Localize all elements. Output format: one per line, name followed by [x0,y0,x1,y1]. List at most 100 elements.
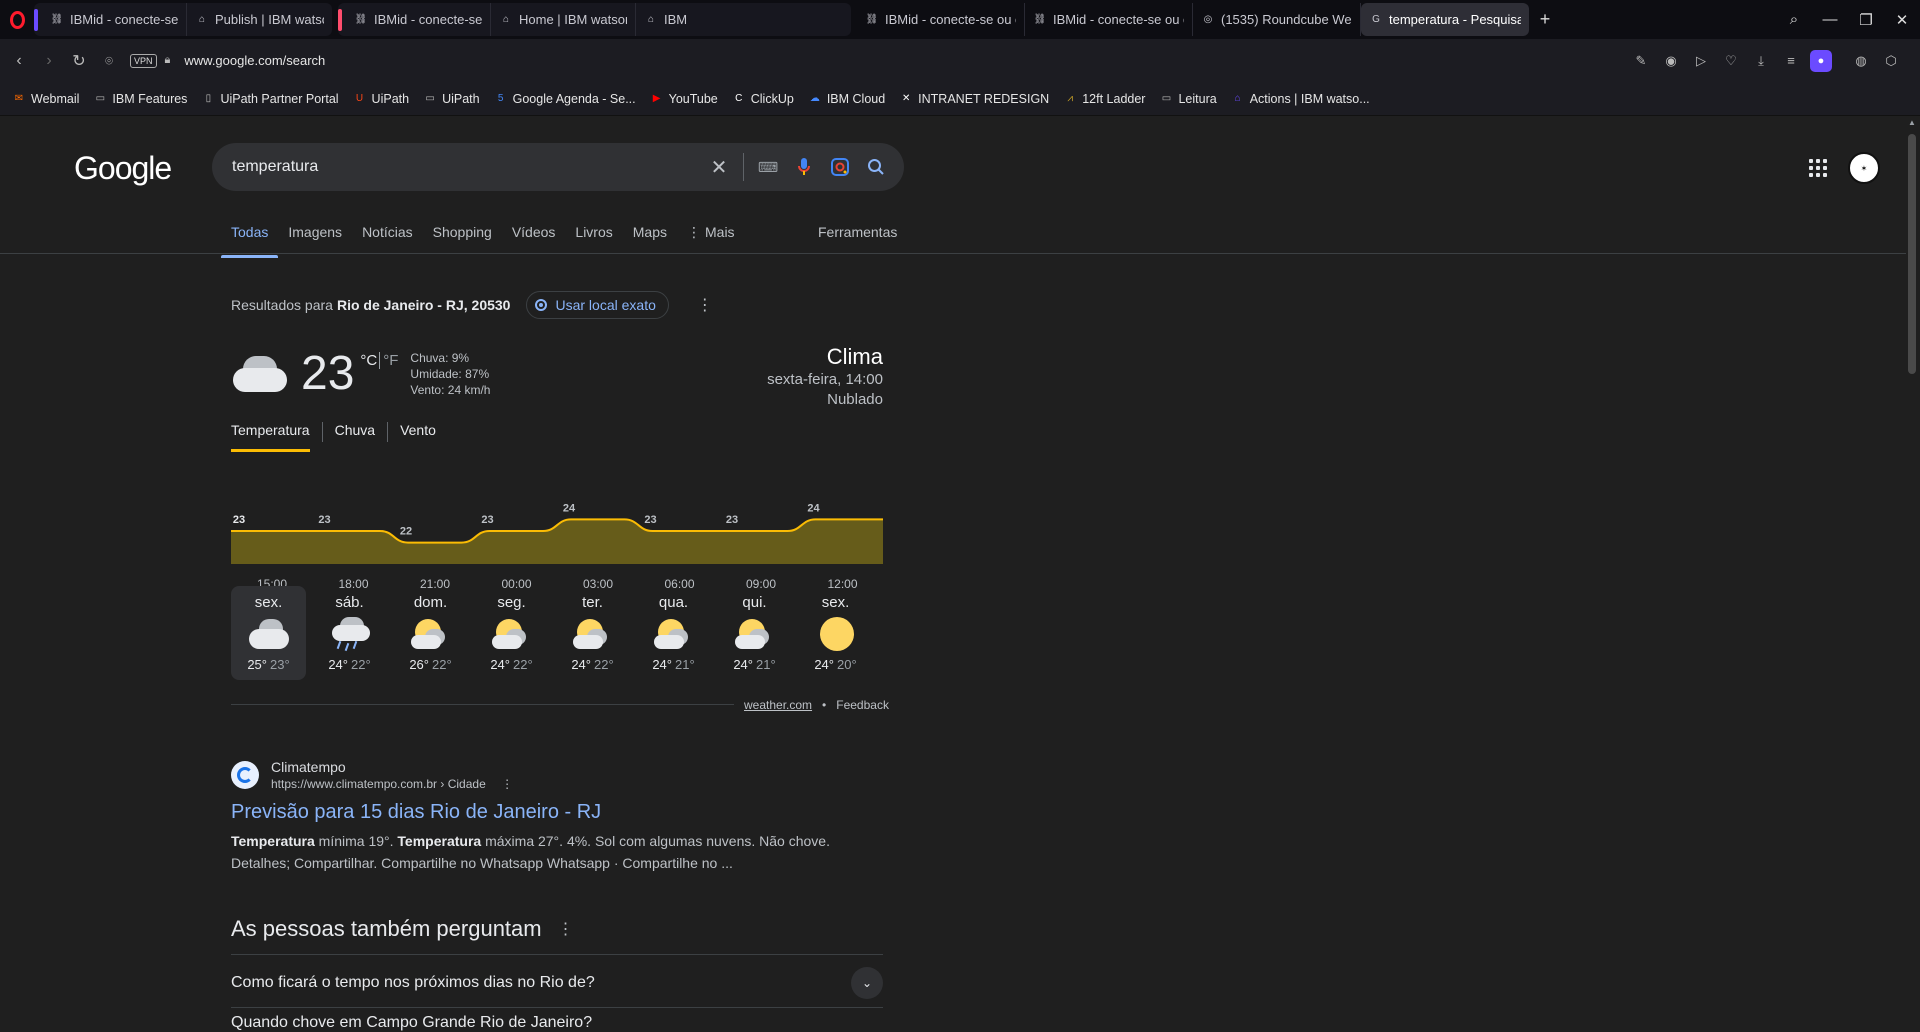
url-field[interactable]: www.google.com/search [184,53,325,68]
search-result: Climatempo https://www.climatempo.com.br… [231,759,891,874]
fahrenheit-toggle[interactable]: °F [379,352,399,369]
bookmark-item[interactable]: ▭ UiPath [423,92,479,106]
location-pin-icon[interactable]: ⌾ [94,46,124,76]
result-site-name[interactable]: Climatempo [271,759,513,775]
forecast-day[interactable]: seg. 24° 22° [474,586,549,680]
search-input[interactable]: temperatura [232,158,701,176]
bookmark-item[interactable]: ⩘ 12ft Ladder [1063,92,1145,106]
bookmark-item[interactable]: ▭ Leitura [1159,92,1217,106]
scroll-up-arrow[interactable]: ▲ [1908,118,1916,127]
new-tab-button[interactable]: + [1533,8,1557,32]
weather-tab[interactable]: Chuva [335,422,389,442]
google-icon: G [1372,14,1380,25]
bookmark-item[interactable]: ▶ YouTube [650,92,718,106]
weather-source-link[interactable]: weather.com [744,698,812,712]
scrollbar-thumb[interactable] [1908,134,1916,374]
easy-setup-icon[interactable]: ≡ [1776,46,1806,76]
heart-icon[interactable]: ♡ [1716,46,1746,76]
bookmark-item[interactable]: ⌂ Actions | IBM watso... [1231,92,1370,106]
use-exact-location-label: Usar local exato [555,297,656,313]
browser-tab[interactable]: ⛓ IBMid - conecte-se ou cria [1025,3,1193,36]
tab-group[interactable]: ⛓ IBMid - conecte-se ou cria ⌂ Publish | IB… [34,3,332,36]
back-button[interactable]: ‹ [4,46,34,76]
clear-icon[interactable]: ✕ [701,149,737,185]
tools-button[interactable]: Ferramentas [818,224,897,240]
more-options-icon[interactable]: ⋮ [697,295,713,315]
lock-icon[interactable]: 🔒︎ [165,54,171,67]
forecast-day[interactable]: dom. 26° 22° [393,586,468,680]
weather-tab[interactable]: Vento [400,422,448,442]
weather-tab[interactable]: Temperatura [231,422,323,452]
browser-tab[interactable]: ⛓ IBMid - conecte-se ou cria [857,3,1025,36]
bookmark-item[interactable]: ✉ Webmail [12,92,80,106]
result-url[interactable]: https://www.climatempo.com.br › Cidade [271,777,486,791]
bookmark-item[interactable]: 5 Google Agenda - Se... [494,92,636,106]
browser-tab[interactable]: ⌂ Publish | IBM watsonx Assi [187,3,332,36]
feedback-link[interactable]: Feedback [836,698,889,712]
microphone-icon[interactable] [786,149,822,185]
result-title-link[interactable]: Previsão para 15 dias Rio de Janeiro - R… [231,801,891,824]
bookmark-item[interactable]: U UiPath [353,92,409,106]
bookmark-item[interactable]: ☁ IBM Cloud [808,92,885,106]
close-window-button[interactable]: ✕ [1884,0,1920,39]
bookmark-item[interactable]: C ClickUp [732,92,794,106]
bookmark-label: IBM Features [112,91,188,106]
cloudy-icon [231,352,289,398]
forecast-day[interactable]: sex. 24° 20° [798,586,873,680]
opera-menu-icon[interactable] [0,0,34,39]
celsius-toggle[interactable]: °C [360,352,377,369]
snapshot-edit-icon[interactable]: ✎ [1626,46,1656,76]
search-tabs-icon[interactable]: ⌕ [1776,0,1812,39]
day-temps: 24° 20° [814,657,857,672]
browser-tab[interactable]: ⌂ IBM [636,3,695,36]
profile-icon[interactable]: ● [1810,49,1832,72]
cube-icon[interactable]: ⬡ [1876,46,1906,76]
watsonx-icon: ⌂ [198,14,206,25]
more-options-icon[interactable]: ⋮ [558,919,574,939]
browser-tab[interactable]: ⛓ IBMid - conecte-se ou cria [42,3,187,36]
forecast-day[interactable]: ter. 24° 22° [555,586,630,680]
avatar[interactable]: ✶ [1848,152,1880,184]
bookmark-label: YouTube [668,91,718,106]
restore-button[interactable]: ❐ [1848,0,1884,39]
paa-question[interactable]: Quando chove em Campo Grande Rio de Jane… [231,1014,883,1032]
day-temps: 26° 22° [409,657,452,672]
download-icon[interactable]: ⤓ [1746,46,1776,76]
forward-button[interactable]: › [34,46,64,76]
tab-group-indicator [34,9,38,31]
keyboard-icon[interactable]: ⌨ [750,149,786,185]
climatempo-icon [231,761,259,789]
paa-question[interactable]: Como ficará o tempo nos próximos dias no… [231,961,883,1005]
chart-data-label: 23 [644,514,656,526]
day-name: sex. [254,594,283,611]
active-browser-tab[interactable]: Gtemperatura - Pesquisa Go [1361,3,1529,36]
google-logo[interactable]: Google [74,150,172,187]
minimize-button[interactable]: — [1812,0,1848,39]
result-more-icon[interactable]: ⋮ [501,777,513,791]
clickup-icon: C [735,93,743,104]
forecast-day[interactable]: qua. 24° 21° [636,586,711,680]
bookmark-item[interactable]: ✕ INTRANET REDESIGN [899,92,1049,106]
forecast-day[interactable]: sáb. 24° 22° [312,586,387,680]
search-box[interactable]: temperatura ✕ ⌨ [212,143,904,191]
use-exact-location-button[interactable]: Usar local exato [526,291,669,319]
extension-icon[interactable]: ◍ [1846,46,1876,76]
current-temperature: 23 [301,347,355,400]
google-apps-icon[interactable] [1806,156,1830,180]
send-icon[interactable]: ▷ [1686,46,1716,76]
tab-group[interactable]: ⛓ IBMid - conecte-se ou cria ⌂ Home | IBM w… [338,3,851,36]
browser-tab[interactable]: ⛓ IBMid - conecte-se ou cria [346,3,491,36]
google-lens-icon[interactable] [822,149,858,185]
ibm-id-icon: ⛓ [354,14,368,25]
forecast-day[interactable]: sex. 25° 23° [231,586,306,680]
browser-tab[interactable]: ◎ (1535) Roundcube Webma [1193,3,1361,36]
chevron-down-icon[interactable]: ⌄ [851,967,883,999]
vpn-badge[interactable]: VPN [130,53,157,68]
search-icon[interactable] [858,149,894,185]
bookmark-item[interactable]: ▭ IBM Features [93,91,188,106]
forecast-day[interactable]: qui. 24° 21° [717,586,792,680]
reload-button[interactable]: ↻ [64,46,94,76]
bookmark-item[interactable]: ▯ UiPath Partner Portal [201,92,339,106]
camera-icon[interactable]: ◉ [1656,46,1686,76]
browser-tab[interactable]: ⌂ Home | IBM watsonx Assi [491,3,636,36]
